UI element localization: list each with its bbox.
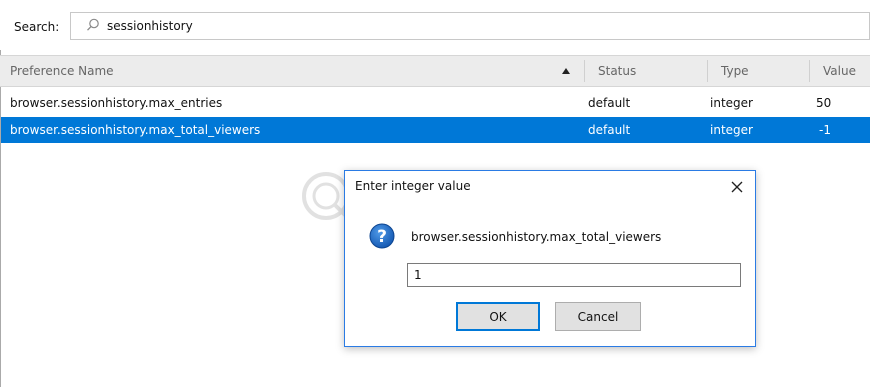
column-header-preference-name[interactable]: Preference Name <box>10 56 114 86</box>
cell-value: 50 <box>816 96 832 110</box>
integer-value-dialog: Enter integer value ? browser.sessionhis… <box>344 170 756 347</box>
integer-value-input[interactable] <box>407 263 741 287</box>
search-icon <box>87 18 99 31</box>
search-label: Search: <box>14 20 60 34</box>
close-icon[interactable] <box>727 177 747 197</box>
search-input[interactable] <box>107 17 807 35</box>
column-separator[interactable] <box>707 60 708 82</box>
cell-preference-name: browser.sessionhistory.max_entries <box>10 96 223 110</box>
cell-preference-name: browser.sessionhistory.max_total_viewers <box>10 123 261 137</box>
search-box[interactable] <box>70 12 870 40</box>
cancel-button[interactable]: Cancel <box>555 302 641 331</box>
ok-button[interactable]: OK <box>456 302 540 331</box>
cell-type: integer <box>710 96 753 110</box>
table-row[interactable]: browser.sessionhistory.max_entries defau… <box>1 90 870 116</box>
cell-type: integer <box>710 123 753 137</box>
column-header-value[interactable]: Value <box>823 56 856 86</box>
column-header-type[interactable]: Type <box>721 56 749 86</box>
cell-value: -1 <box>819 123 831 137</box>
dialog-message: browser.sessionhistory.max_total_viewers <box>411 230 662 244</box>
column-header-status[interactable]: Status <box>598 56 636 86</box>
cell-status: default <box>588 123 631 137</box>
column-separator[interactable] <box>809 60 810 82</box>
question-icon: ? <box>369 223 395 249</box>
dialog-title: Enter integer value <box>355 179 471 193</box>
svg-text:?: ? <box>377 227 387 247</box>
table-header: Preference Name Status Type Value <box>0 55 870 87</box>
column-separator[interactable] <box>584 60 585 82</box>
search-bar: Search: <box>0 0 870 50</box>
cell-status: default <box>588 96 631 110</box>
sort-ascending-icon <box>562 68 570 74</box>
table-row-selected[interactable]: browser.sessionhistory.max_total_viewers… <box>1 117 870 143</box>
